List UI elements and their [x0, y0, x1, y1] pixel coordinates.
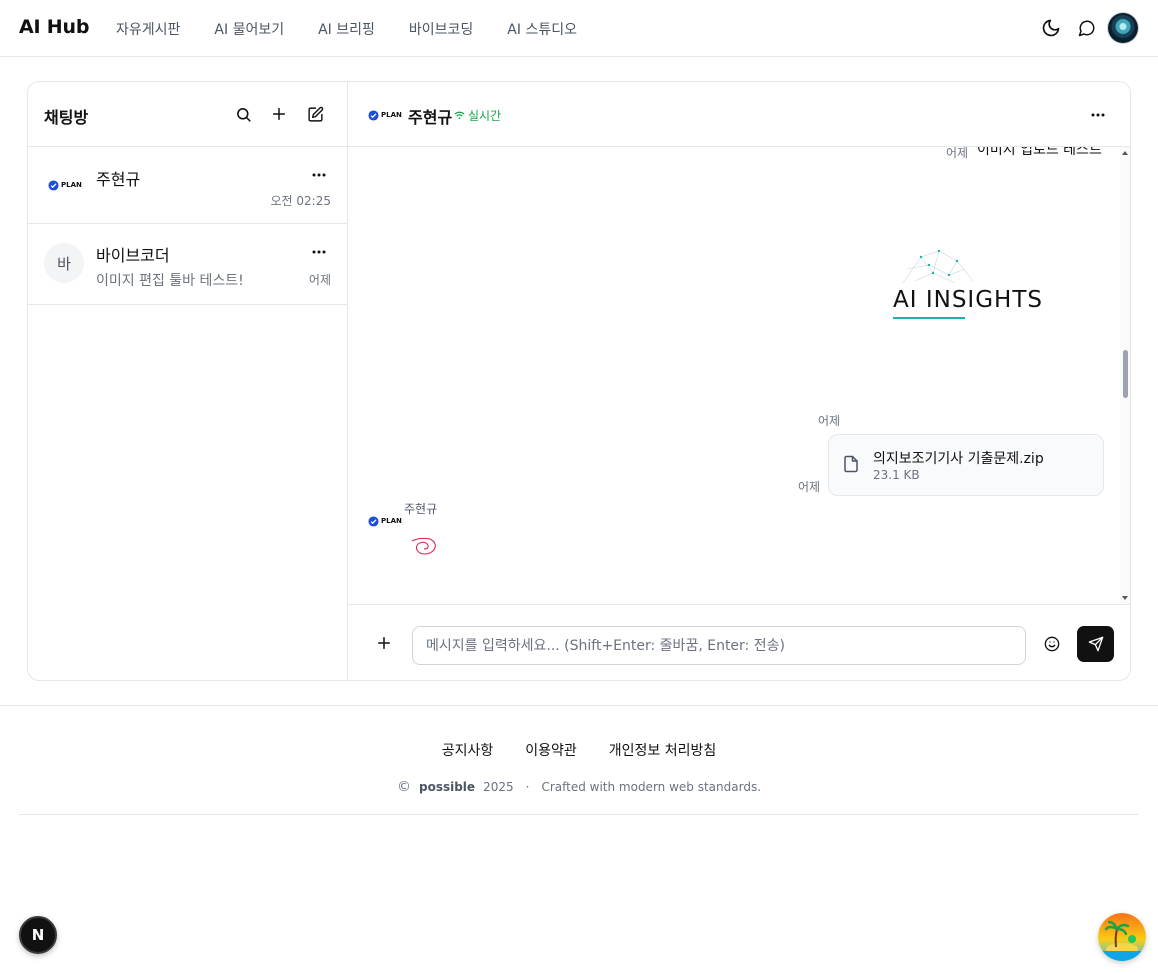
footer-divider [19, 814, 1139, 815]
search-icon[interactable] [232, 103, 254, 125]
sidebar-header: 채팅방 [28, 82, 347, 147]
nav-ai-studio[interactable]: AI 스튜디오 [507, 19, 577, 39]
footer-year: 2025 [483, 780, 514, 794]
plan-logo: PLAN [368, 514, 402, 528]
send-icon [1088, 636, 1103, 652]
image-underline [893, 317, 965, 319]
scrollbar-thumb[interactable] [1123, 350, 1128, 398]
footer-links: 공지사항 이용약관 개인정보 처리방침 [0, 740, 1158, 760]
footer-brand: possible [418, 780, 476, 794]
message-time: 어제 [946, 147, 969, 160]
drawing-sticker[interactable] [410, 535, 440, 557]
plan-logo-text: PLAN [381, 111, 402, 119]
live-status: 실시간 [454, 107, 501, 124]
scroll-up-arrow[interactable] [1122, 151, 1128, 155]
live-status-label: 실시간 [468, 109, 502, 123]
plan-logo: PLAN [48, 178, 82, 192]
sidebar-title: 채팅방 [44, 108, 89, 127]
nav-free-board[interactable]: 자유게시판 [116, 19, 180, 39]
message-text: 이미지 업로드 테스트 [977, 147, 1102, 158]
footer: 공지사항 이용약관 개인정보 처리방침 © possible 2025 · Cr… [0, 705, 1158, 815]
chat-room-sidebar: 채팅방 PLAN 주현규 오전 02:25 바 바이브코더 이미지 편집 툴바 … [28, 82, 348, 680]
chat-header: PLAN 주현규 실시간 [348, 82, 1130, 147]
file-icon [844, 455, 858, 473]
plan-logo: PLAN [368, 108, 402, 122]
footer-copyright: © possible 2025 · Crafted with modern we… [0, 779, 1158, 795]
island-mascot-icon[interactable] [1098, 913, 1146, 961]
edit-icon[interactable] [304, 103, 326, 125]
avatar: 바 [44, 243, 84, 283]
room-name: 주현규 [96, 170, 141, 189]
wifi-icon [454, 111, 465, 120]
attach-plus-icon[interactable] [373, 632, 395, 654]
moon-icon[interactable] [1039, 16, 1063, 40]
room-preview: 이미지 편집 툴바 테스트! [96, 273, 244, 289]
chat-container: 채팅방 PLAN 주현규 오전 02:25 바 바이브코더 이미지 편집 툴바 … [27, 81, 1131, 681]
network-graphic [902, 249, 974, 284]
top-navigation-bar: AI Hub 자유게시판 AI 물어보기 AI 브리핑 바이브코딩 AI 스튜디… [0, 0, 1158, 57]
send-button[interactable] [1077, 626, 1114, 662]
chat-room-item[interactable]: PLAN 주현규 오전 02:25 [28, 147, 347, 224]
room-time: 오전 02:25 [270, 194, 331, 208]
footer-link-notice[interactable]: 공지사항 [442, 740, 494, 760]
user-avatar[interactable] [1108, 13, 1138, 43]
more-icon[interactable] [311, 244, 327, 260]
footer-link-terms[interactable]: 이용약관 [525, 740, 577, 760]
scroll-down-arrow[interactable] [1122, 596, 1128, 600]
brand-logo[interactable]: AI Hub [19, 16, 89, 38]
more-icon[interactable] [311, 167, 327, 183]
plan-logo-text: PLAN [381, 517, 402, 525]
chat-bubble-icon[interactable] [1075, 16, 1099, 40]
chat-panel: PLAN 주현규 실시간 어제 이미지 업로드 테스트 AI INSIGHTS … [348, 82, 1130, 680]
nav-ai-briefing[interactable]: AI 브리핑 [318, 19, 375, 39]
room-time: 어제 [308, 273, 331, 287]
image-caption: AI INSIGHTS [893, 287, 1043, 313]
file-attachment[interactable]: 의지보조기기사 기출문제.zip 23.1 KB [828, 434, 1104, 496]
nav-ask-ai[interactable]: AI 물어보기 [214, 19, 284, 39]
chat-title: 주현규 [408, 108, 453, 127]
message-time: 어제 [818, 414, 841, 428]
message-time: 어제 [798, 480, 821, 494]
plus-icon[interactable] [268, 103, 290, 125]
footer-tagline: Crafted with modern web standards. [541, 780, 762, 794]
room-name: 바이브코더 [96, 246, 170, 265]
nav-vibe-coding[interactable]: 바이브코딩 [409, 19, 473, 39]
message-list[interactable]: 어제 이미지 업로드 테스트 AI INSIGHTS 어제 어제 의지보조기기사… [348, 147, 1130, 604]
sender-name: 주현규 [404, 502, 438, 516]
image-message[interactable]: AI INSIGHTS [893, 247, 1063, 325]
footer-separator: · [525, 780, 530, 794]
chat-room-item[interactable]: 바 바이브코더 이미지 편집 툴바 테스트! 어제 [28, 224, 347, 305]
dev-tools-badge[interactable]: N [19, 916, 57, 954]
file-size: 23.1 KB [873, 468, 920, 482]
main-nav: 자유게시판 AI 물어보기 AI 브리핑 바이브코딩 AI 스튜디오 [116, 19, 577, 39]
footer-link-privacy[interactable]: 개인정보 처리방침 [609, 740, 717, 760]
plan-logo-text: PLAN [61, 181, 82, 189]
message-input[interactable] [412, 626, 1026, 665]
more-icon[interactable] [1089, 106, 1107, 124]
message-composer [348, 604, 1130, 680]
file-name: 의지보조기기사 기출문제.zip [873, 451, 1044, 467]
emoji-icon[interactable] [1042, 634, 1062, 654]
copyright-symbol: © [396, 779, 411, 795]
